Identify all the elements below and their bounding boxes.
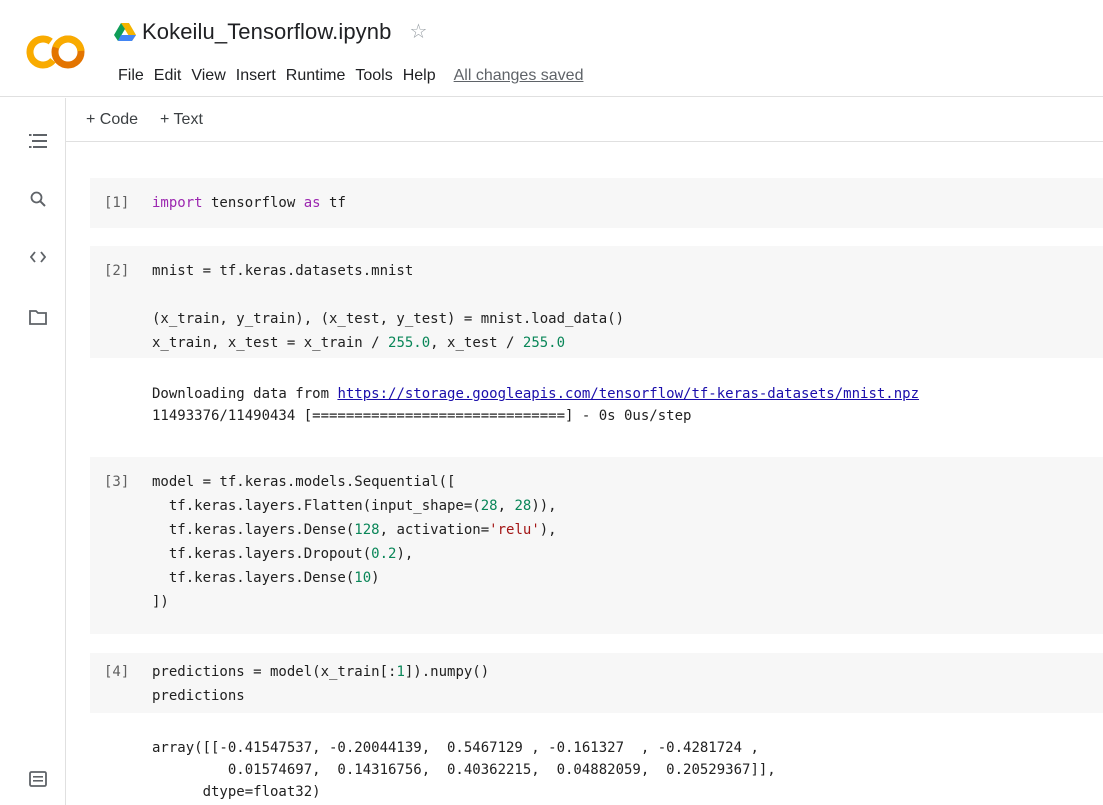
header: Kokeilu_Tensorflow.ipynb ☆ File Edit Vie… — [0, 0, 1103, 97]
table-of-contents-icon[interactable] — [27, 130, 49, 152]
menu-view[interactable]: View — [191, 67, 225, 85]
code-cell-2[interactable]: [2] mnist = tf.keras.datasets.mnist (x_tr… — [90, 246, 1103, 358]
star-outline-icon[interactable]: ☆ — [409, 22, 427, 42]
title-row: Kokeilu_Tensorflow.ipynb ☆ — [114, 12, 427, 52]
menu-tools[interactable]: Tools — [355, 67, 392, 85]
terminal-icon[interactable] — [27, 768, 49, 790]
code-cell-4[interactable]: [4] predictions = model(x_train[:1]).num… — [90, 653, 1103, 713]
code-line: (x_train, y_train), (x_test, y_test) = m… — [152, 311, 625, 327]
code-line: tf.keras.layers.Dense(10) — [152, 570, 380, 586]
output-text: Downloading data from — [152, 386, 338, 402]
code-keyword: as — [303, 195, 321, 211]
code-line: model = tf.keras.models.Sequential([ — [152, 474, 456, 490]
code-text: tensorflow — [202, 195, 304, 211]
cell-execution-count: [1] — [104, 195, 130, 211]
colab-notebook-window: Kokeilu_Tensorflow.ipynb ☆ File Edit Vie… — [0, 0, 1103, 805]
output-line: array([[-0.41547537, -0.20044139, 0.5467… — [152, 740, 759, 756]
code-cell-1[interactable]: [1] import tensorflow as tf — [90, 178, 1103, 228]
add-text-cell-button[interactable]: + Text — [160, 111, 203, 129]
code-line: predictions — [152, 688, 245, 704]
add-code-cell-button[interactable]: + Code — [86, 111, 138, 129]
search-icon[interactable] — [27, 188, 49, 210]
output-line: dtype=float32) — [152, 784, 321, 800]
menu-edit[interactable]: Edit — [154, 67, 182, 85]
code-snippets-icon[interactable] — [27, 246, 49, 268]
cell-execution-count: [4] — [104, 664, 130, 680]
notebook-title[interactable]: Kokeilu_Tensorflow.ipynb — [142, 19, 391, 45]
menu-bar: File Edit View Insert Runtime Tools Help… — [118, 64, 583, 88]
code-line: predictions = model(x_train[:1]).numpy() — [152, 664, 490, 680]
save-status-link[interactable]: All changes saved — [454, 67, 584, 85]
menu-file[interactable]: File — [118, 67, 144, 85]
menu-insert[interactable]: Insert — [236, 67, 276, 85]
output-line: 0.01574697, 0.14316756, 0.40362215, 0.04… — [152, 762, 776, 778]
code-line: ]) — [152, 594, 169, 610]
cell-code[interactable]: mnist = tf.keras.datasets.mnist (x_train,… — [152, 259, 624, 355]
colab-logo[interactable] — [26, 32, 86, 72]
menu-help[interactable]: Help — [403, 67, 436, 85]
menu-runtime[interactable]: Runtime — [286, 67, 346, 85]
code-line: tf.keras.layers.Flatten(input_shape=(28,… — [152, 498, 557, 514]
code-line: tf.keras.layers.Dropout(0.2), — [152, 546, 414, 562]
left-sidebar — [0, 98, 66, 805]
files-icon[interactable] — [27, 306, 49, 328]
google-drive-icon — [114, 23, 136, 41]
code-keyword: import — [152, 195, 203, 211]
cell-execution-count: [2] — [104, 263, 130, 279]
code-line: x_train, x_test = x_train / 255.0, x_tes… — [152, 335, 566, 351]
cell-code[interactable]: predictions = model(x_train[:1]).numpy()… — [152, 660, 489, 708]
cell-execution-count: [3] — [104, 474, 130, 490]
dataset-url-link[interactable]: https://storage.googleapis.com/tensorflo… — [337, 386, 919, 402]
cell-toolbar: + Code + Text — [66, 98, 1103, 142]
cell-code[interactable]: import tensorflow as tf — [152, 191, 346, 215]
code-line: mnist = tf.keras.datasets.mnist — [152, 263, 414, 279]
code-line: tf.keras.layers.Dense(128, activation='r… — [152, 522, 557, 538]
code-cell-3[interactable]: [3] model = tf.keras.models.Sequential([… — [90, 457, 1103, 634]
output-progress: 11493376/11490434 [=====================… — [152, 408, 692, 424]
cell-code[interactable]: model = tf.keras.models.Sequential([ tf.… — [152, 470, 557, 614]
code-text: tf — [320, 195, 346, 211]
cell-4-output: array([[-0.41547537, -0.20044139, 0.5467… — [152, 737, 1103, 803]
output-line: Downloading data from https://storage.go… — [152, 383, 1103, 405]
cell-2-output: Downloading data from https://storage.go… — [152, 383, 1103, 427]
